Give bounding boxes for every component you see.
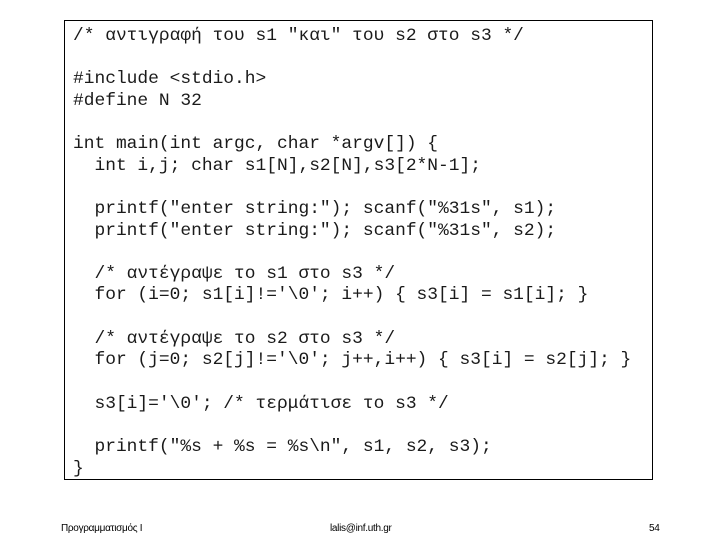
code-read-s1: printf("enter string:"); scanf("%31s", s… — [73, 199, 557, 219]
footer-page-number: 54 — [649, 523, 660, 534]
code-listing-box: /* αντιγραφή του s1 "και" του s2 στο s3 … — [64, 20, 653, 480]
code-loop-copy-s1: for (i=0; s1[i]!='\0'; i++) { s3[i] = s1… — [73, 285, 589, 305]
code-define-line: #define N 32 — [73, 91, 202, 111]
code-read-s2: printf("enter string:"); scanf("%31s", s… — [73, 221, 557, 241]
code-loop-copy-s2: for (j=0; s2[j]!='\0'; j++,i++) { s3[i] … — [73, 350, 632, 370]
code-closing-brace: } — [73, 459, 84, 479]
code-print-result: printf("%s + %s = %s\n", s1, s2, s3); — [73, 437, 492, 457]
code-main-signature: int main(int argc, char *argv[]) { — [73, 134, 439, 154]
code-include-line: #include <stdio.h> — [73, 69, 267, 89]
code-comment-header: /* αντιγραφή του s1 "και" του s2 στο s3 … — [73, 26, 524, 46]
footer-email: lalis@inf.uth.gr — [330, 523, 392, 534]
code-comment-copy-s1: /* αντέγραψε το s1 στο s3 */ — [73, 264, 396, 284]
footer-course-title: Προγραμματισμός Ι — [61, 523, 143, 534]
code-declarations: int i,j; char s1[N],s2[N],s3[2*N-1]; — [73, 156, 481, 176]
code-comment-copy-s2: /* αντέγραψε το s2 στο s3 */ — [73, 329, 396, 349]
code-terminate-s3: s3[i]='\0'; /* τερμάτισε το s3 */ — [73, 394, 449, 414]
